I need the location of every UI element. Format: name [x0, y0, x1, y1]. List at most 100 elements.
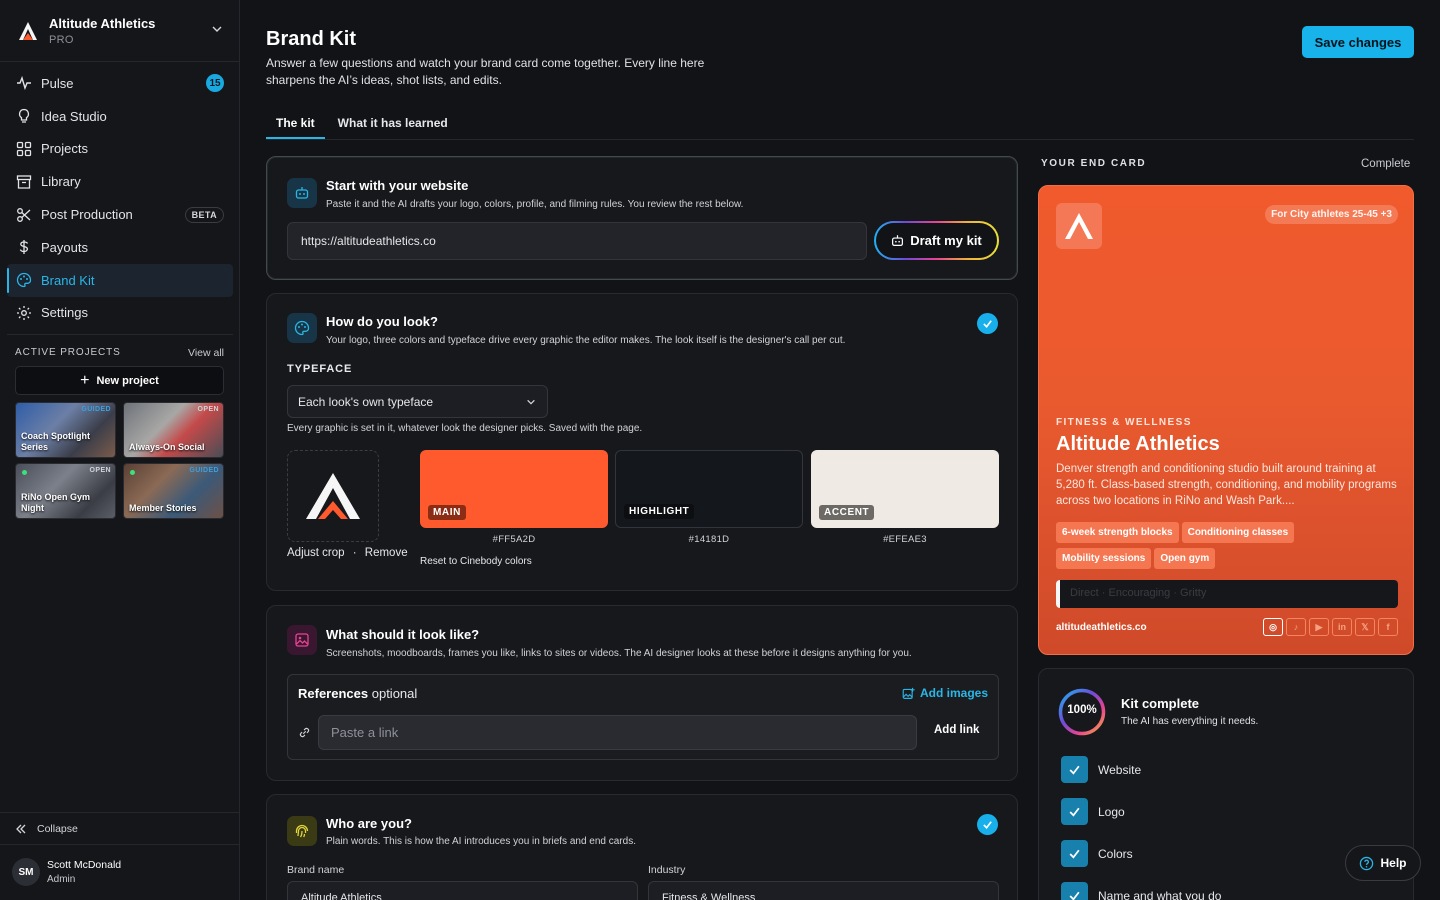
page-title: Brand Kit: [266, 28, 356, 50]
color-swatch-highlight[interactable]: HIGHLIGHT: [615, 450, 803, 528]
view-all-link[interactable]: View all: [188, 347, 224, 359]
offering-chip: Open gym: [1154, 548, 1216, 569]
project-status: GUIDED: [81, 406, 111, 413]
typeface-label: TYPEFACE: [287, 363, 353, 375]
card-title: Start with your website: [326, 178, 469, 193]
nav-item-pulse[interactable]: Pulse 15: [7, 67, 233, 100]
reference-link-input[interactable]: Paste a link: [318, 715, 917, 750]
progress-percent: 100%: [1067, 704, 1097, 716]
main-content: Brand Kit Answer a few questions and wat…: [240, 0, 1440, 900]
new-project-button[interactable]: + New project: [15, 366, 224, 395]
tab-the-kit[interactable]: The kit: [266, 107, 325, 139]
offerings-list: 6-week strength blocks Conditioning class…: [1056, 522, 1401, 574]
website-url-input[interactable]: https://altitudeathletics.co: [287, 222, 867, 260]
card-description: Plain words. This is how the AI introduc…: [326, 836, 636, 847]
adjust-crop-link[interactable]: Adjust crop: [287, 547, 345, 559]
typeface-value: Each look's own typeface: [298, 394, 434, 409]
tone-bar: Direct · Encouraging · Gritty: [1056, 580, 1398, 608]
check-icon: [1061, 798, 1088, 825]
kit-item: Name and what you do: [1061, 882, 1221, 900]
add-images-button[interactable]: Add images: [902, 686, 988, 700]
reset-colors-link[interactable]: Reset to Cinebody colors: [420, 556, 532, 567]
project-card[interactable]: GUIDED Member Stories: [123, 463, 224, 519]
scissors-icon: [17, 207, 31, 222]
user-profile[interactable]: SM Scott McDonald Admin: [12, 858, 121, 886]
main-nav: Pulse 15 Idea Studio Projects Library Po…: [7, 67, 233, 329]
swatch-label: HIGHLIGHT: [624, 504, 695, 519]
double-chevron-left-icon: [16, 824, 26, 833]
card-description: Your logo, three colors and typeface dri…: [326, 335, 846, 346]
project-card[interactable]: OPEN RiNo Open Gym Night: [15, 463, 116, 519]
project-card[interactable]: OPEN Always-On Social: [123, 402, 224, 458]
industry-select[interactable]: Fitness & Wellness: [648, 881, 999, 900]
color-swatch-accent[interactable]: ACCENT: [811, 450, 999, 528]
save-changes-button[interactable]: Save changes: [1302, 26, 1414, 58]
remove-logo-link[interactable]: Remove: [365, 547, 408, 559]
add-link-button[interactable]: Add link: [934, 724, 979, 736]
page-subtitle: Answer a few questions and watch your br…: [266, 56, 705, 87]
references-title: References optional: [298, 686, 417, 701]
audience-chip: For City athletes 25-45 +3: [1265, 205, 1398, 224]
instagram-icon: ◎: [1263, 618, 1283, 636]
nav-item-library[interactable]: Library: [7, 165, 233, 198]
card-description: Paste it and the AI drafts your logo, co…: [326, 199, 744, 210]
dollar-icon: [19, 240, 29, 255]
kit-item-label: Logo: [1098, 804, 1125, 819]
card-description: Screenshots, moodboards, frames you like…: [326, 648, 912, 659]
pulse-icon: [17, 76, 31, 91]
project-card[interactable]: GUIDED Coach Spotlight Series: [15, 402, 116, 458]
kit-item-label: Colors: [1098, 846, 1133, 861]
typeface-select[interactable]: Each look's own typeface: [287, 385, 548, 418]
youtube-icon: ▶: [1309, 618, 1329, 636]
brand-name-input[interactable]: Altitude Athletics: [287, 881, 638, 900]
tab-what-it-has-learned[interactable]: What it has learned: [328, 107, 458, 139]
workspace-switcher[interactable]: Altitude Athletics PRO: [0, 0, 239, 62]
palette-icon: [287, 313, 317, 343]
facebook-icon: f: [1378, 618, 1398, 636]
industry-label: Industry: [648, 864, 686, 876]
image-icon: [287, 625, 317, 655]
nav-item-brand-kit[interactable]: Brand Kit: [7, 263, 233, 297]
end-card-status: Complete: [1361, 158, 1411, 170]
robot-icon: [892, 235, 904, 246]
references-box: References optional Add images Paste a l…: [287, 674, 999, 760]
add-images-label: Add images: [919, 686, 988, 700]
collapse-sidebar-button[interactable]: Collapse: [0, 812, 239, 845]
help-button[interactable]: Help: [1345, 845, 1421, 881]
end-card-preview: For City athletes 25-45 +3 FITNESS & WEL…: [1038, 185, 1414, 655]
live-dot: [130, 470, 135, 475]
brand-logo-icon: [19, 21, 37, 40]
nav-label: Payouts: [41, 239, 88, 255]
logo-upload[interactable]: [287, 450, 379, 542]
chevron-down-icon: [212, 26, 222, 32]
end-card-heading: YOUR END CARD: [1041, 158, 1147, 169]
nav-item-payouts[interactable]: Payouts: [7, 231, 233, 264]
swatch-label: ACCENT: [819, 505, 875, 520]
nav-item-settings[interactable]: Settings: [7, 297, 233, 330]
card-title: How do you look?: [326, 314, 438, 329]
nav-item-idea-studio[interactable]: Idea Studio: [7, 100, 233, 133]
robot-icon: [287, 178, 317, 208]
notification-badge: 15: [206, 74, 224, 93]
identity-card: Who are you? Plain words. This is how th…: [266, 794, 1018, 900]
offering-chip: 6-week strength blocks: [1056, 522, 1179, 543]
fingerprint-icon: [287, 816, 317, 846]
end-card-brand-name: Altitude Athletics: [1056, 433, 1220, 455]
archive-icon: [16, 175, 32, 189]
draft-my-kit-button[interactable]: Draft my kit: [874, 221, 999, 260]
new-project-label: New project: [96, 374, 159, 387]
color-swatch-main[interactable]: MAIN: [420, 450, 608, 528]
references-label: References: [298, 686, 369, 701]
live-dot: [22, 470, 27, 475]
offering-chip: Conditioning classes: [1181, 522, 1295, 543]
website-card: Start with your website Paste it and the…: [266, 156, 1018, 280]
nav-item-projects[interactable]: Projects: [7, 133, 233, 166]
kit-item: Logo: [1061, 798, 1125, 825]
nav-item-post-production[interactable]: Post Production BETA: [7, 198, 233, 231]
beta-badge: BETA: [184, 206, 224, 223]
kit-item-label: Website: [1098, 762, 1142, 777]
active-projects-header: ACTIVE PROJECTS View all: [15, 347, 224, 359]
x-icon: 𝕏: [1355, 618, 1375, 636]
end-card-website: altitudeathletics.co: [1056, 622, 1147, 633]
nav-label: Idea Studio: [41, 108, 107, 124]
